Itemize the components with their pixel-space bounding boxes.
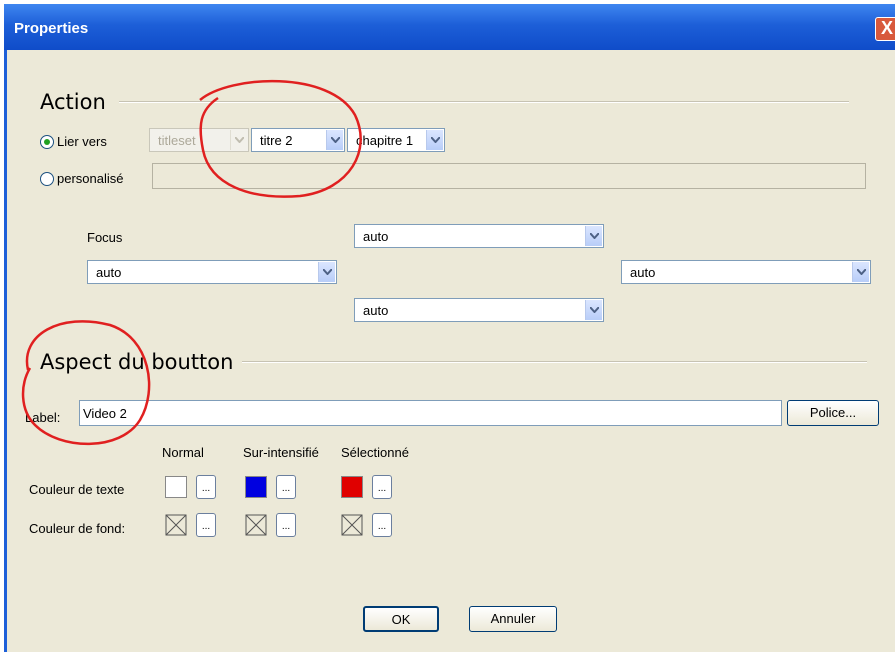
focus-right-value: auto: [630, 265, 656, 280]
dialog-body: Action Lier vers titleset titre 2 chapit…: [4, 50, 895, 652]
chevron-down-icon: [230, 130, 247, 150]
column-selected-label: Sélectionné: [341, 445, 409, 460]
aspect-heading: Aspect du boutton: [40, 350, 234, 374]
text-color-highlight-swatch: [245, 476, 267, 498]
chevron-down-icon: [585, 300, 602, 320]
action-heading: Action: [40, 90, 106, 114]
action-divider: [119, 101, 849, 103]
title-bar: Properties X: [4, 4, 895, 50]
text-color-normal-button[interactable]: ...: [196, 475, 216, 499]
label-input-value: Video 2: [83, 406, 127, 421]
window-title: Properties: [14, 20, 89, 37]
custom-link-input[interactable]: [152, 163, 866, 189]
focus-down-value: auto: [363, 303, 389, 318]
titleset-select[interactable]: titleset: [149, 128, 249, 152]
properties-dialog: Properties X Action Lier vers titleset t…: [0, 0, 895, 652]
bg-color-highlight-button[interactable]: ...: [276, 513, 296, 537]
bg-color-selected-button[interactable]: ...: [372, 513, 392, 537]
custom-radio-label: personalisé: [57, 171, 124, 186]
chevron-down-icon: [318, 262, 335, 282]
focus-up-value: auto: [363, 229, 389, 244]
titleset-select-value: titleset: [158, 133, 196, 148]
no-color-icon: [341, 514, 363, 536]
focus-left-value: auto: [96, 265, 122, 280]
focus-left-select[interactable]: auto: [87, 260, 337, 284]
focus-down-select[interactable]: auto: [354, 298, 604, 322]
chevron-down-icon: [852, 262, 869, 282]
ok-button[interactable]: OK: [363, 606, 439, 632]
focus-right-select[interactable]: auto: [621, 260, 871, 284]
focus-up-select[interactable]: auto: [354, 224, 604, 248]
font-button[interactable]: Police...: [787, 400, 879, 426]
no-color-icon: [245, 514, 267, 536]
chevron-down-icon: [426, 130, 443, 150]
column-highlight-label: Sur-intensifié: [243, 445, 319, 460]
chapitre-select-value: chapitre 1: [356, 133, 414, 148]
focus-label: Focus: [87, 230, 123, 245]
chevron-down-icon: [326, 130, 343, 150]
bg-color-label: Couleur de fond:: [29, 521, 126, 536]
chevron-down-icon: [585, 226, 602, 246]
text-color-highlight-button[interactable]: ...: [276, 475, 296, 499]
link-radio[interactable]: [40, 135, 54, 149]
titre-select[interactable]: titre 2: [251, 128, 345, 152]
custom-radio[interactable]: [40, 172, 54, 186]
text-color-selected-button[interactable]: ...: [372, 475, 392, 499]
link-radio-label: Lier vers: [57, 134, 107, 149]
column-normal-label: Normal: [162, 445, 204, 460]
bg-color-normal-button[interactable]: ...: [196, 513, 216, 537]
no-color-icon: [165, 514, 187, 536]
label-caption: Label:: [25, 410, 61, 425]
label-input[interactable]: Video 2: [79, 400, 782, 426]
chapitre-select[interactable]: chapitre 1: [347, 128, 445, 152]
cancel-button[interactable]: Annuler: [469, 606, 557, 632]
text-color-selected-swatch: [341, 476, 363, 498]
text-color-label: Couleur de texte: [29, 482, 125, 497]
text-color-normal-swatch: [165, 476, 187, 498]
close-button[interactable]: X: [875, 17, 895, 41]
aspect-divider: [242, 361, 867, 363]
titre-select-value: titre 2: [260, 133, 293, 148]
